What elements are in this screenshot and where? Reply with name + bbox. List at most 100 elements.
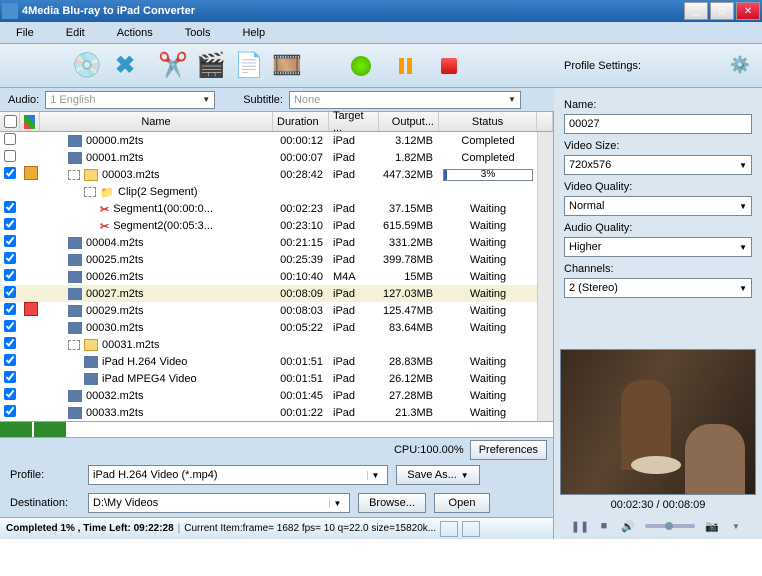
subtitle-select[interactable]: None▼ — [289, 91, 521, 109]
table-row[interactable]: 00027.m2ts00:08:09iPad127.03MBWaiting — [0, 285, 537, 302]
table-row[interactable]: 00000.m2ts00:00:12iPad3.12MBCompleted — [0, 132, 537, 149]
col-name[interactable]: Name — [40, 112, 273, 131]
snapshot-menu-arrow[interactable]: ▼ — [729, 519, 743, 533]
table-body[interactable]: 00000.m2ts00:00:12iPad3.12MBCompleted000… — [0, 132, 537, 421]
subtitle-label: Subtitle: — [243, 94, 283, 106]
table-row[interactable]: 00030.m2ts00:05:22iPad83.64MBWaiting — [0, 319, 537, 336]
audio-quality-combo[interactable]: Higher▼ — [564, 237, 752, 257]
remove-button[interactable]: ✖ — [108, 49, 142, 83]
stop-button[interactable] — [432, 49, 466, 83]
status-icon-1[interactable] — [440, 521, 458, 537]
row-checkbox[interactable] — [4, 320, 16, 332]
profile-combo[interactable]: iPad H.264 Video (*.mp4)▼ — [88, 465, 388, 485]
col-target[interactable]: Target ... — [329, 112, 379, 131]
table-row[interactable]: ✂Segment2(00:05:3...00:23:10iPad615.59MB… — [0, 217, 537, 234]
row-checkbox[interactable] — [4, 371, 16, 383]
row-checkbox[interactable] — [4, 337, 16, 349]
volume-slider[interactable] — [645, 524, 695, 528]
table-row[interactable]: iPad H.264 Video00:01:51iPad28.83MBWaiti… — [0, 353, 537, 370]
menu-file[interactable]: File — [0, 27, 50, 39]
file-name: 00003.m2ts — [102, 169, 159, 181]
row-checkbox[interactable] — [4, 218, 16, 230]
col-output[interactable]: Output... — [379, 112, 439, 131]
row-checkbox[interactable] — [4, 133, 16, 145]
duration-cell: 00:01:51 — [273, 356, 329, 368]
menu-edit[interactable]: Edit — [50, 27, 101, 39]
cut-clip-button[interactable]: ✂️ — [156, 49, 190, 83]
preview-frame[interactable] — [560, 349, 756, 495]
vertical-scrollbar[interactable] — [537, 132, 553, 421]
browse-button[interactable]: Browse... — [358, 493, 426, 513]
status-cell: Waiting — [439, 356, 537, 368]
table-row[interactable]: 00003.m2ts00:28:42iPad447.32MB3% — [0, 166, 537, 183]
menu-actions[interactable]: Actions — [101, 27, 169, 39]
row-checkbox[interactable] — [4, 252, 16, 264]
col-status[interactable]: Status — [439, 112, 537, 131]
table-row[interactable]: 00032.m2ts00:01:45iPad27.28MBWaiting — [0, 387, 537, 404]
row-checkbox[interactable] — [4, 235, 16, 247]
audio-select[interactable]: 1 English▼ — [45, 91, 215, 109]
table-row[interactable]: 00033.m2ts00:01:22iPad21.3MBWaiting — [0, 404, 537, 421]
row-checkbox[interactable] — [4, 354, 16, 366]
save-as-button[interactable]: Save As...▼ — [396, 465, 480, 485]
effects-button[interactable]: 🎬 — [194, 49, 228, 83]
file-icon — [68, 407, 82, 419]
maximize-button[interactable]: □ — [710, 2, 734, 20]
output-cell: 83.64MB — [379, 322, 439, 334]
merge-button[interactable]: 🎞️ — [270, 49, 304, 83]
row-checkbox[interactable] — [4, 269, 16, 281]
target-cell: M4A — [329, 271, 379, 283]
row-checkbox[interactable] — [4, 167, 16, 179]
video-size-combo[interactable]: 720x576▼ — [564, 155, 752, 175]
row-checkbox[interactable] — [4, 286, 16, 298]
table-row[interactable]: 00026.m2ts00:10:40M4A15MBWaiting — [0, 268, 537, 285]
col-icon[interactable] — [20, 112, 40, 131]
preview-pause-button[interactable]: ❚❚ — [573, 519, 587, 533]
table-row[interactable]: 00031.m2ts — [0, 336, 537, 353]
output-cell: 399.78MB — [379, 254, 439, 266]
table-row[interactable]: 00004.m2ts00:21:15iPad331.2MBWaiting — [0, 234, 537, 251]
row-checkbox[interactable] — [4, 405, 16, 417]
name-input[interactable] — [564, 114, 752, 134]
output-cell: 331.2MB — [379, 237, 439, 249]
gear-icon[interactable]: ⚙️ — [730, 55, 752, 77]
duration-cell: 00:28:42 — [273, 169, 329, 181]
col-duration[interactable]: Duration — [273, 112, 329, 131]
start-button[interactable] — [344, 49, 378, 83]
table-row[interactable]: 📁Clip(2 Segment) — [0, 183, 537, 200]
table-row[interactable]: iPad MPEG4 Video00:01:51iPad26.12MBWaiti… — [0, 370, 537, 387]
snapshot-button[interactable]: 📷 — [705, 519, 719, 533]
status-icon-2[interactable] — [462, 521, 480, 537]
pause-button[interactable] — [388, 49, 422, 83]
file-name: Segment1(00:00:0... — [113, 203, 213, 215]
table-row[interactable]: 00001.m2ts00:00:07iPad1.82MBCompleted — [0, 149, 537, 166]
cpu-label: CPU:100.00% — [394, 444, 464, 456]
row-checkbox[interactable] — [4, 303, 16, 315]
window-title: 4Media Blu-ray to iPad Converter — [22, 5, 684, 17]
channels-combo[interactable]: 2 (Stereo)▼ — [564, 278, 752, 298]
preview-stop-button[interactable]: ■ — [597, 519, 611, 533]
audio-quality-label: Audio Quality: — [564, 222, 752, 234]
open-button[interactable]: Open — [434, 493, 490, 513]
row-checkbox[interactable] — [4, 388, 16, 400]
menu-tools[interactable]: Tools — [169, 27, 227, 39]
file-name: 00004.m2ts — [86, 237, 143, 249]
add-file-button[interactable]: 📄 — [232, 49, 266, 83]
row-checkbox[interactable] — [4, 201, 16, 213]
volume-icon[interactable]: 🔊 — [621, 519, 635, 533]
table-row[interactable]: ✂Segment1(00:00:0...00:02:23iPad37.15MBW… — [0, 200, 537, 217]
col-check[interactable] — [0, 112, 20, 131]
row-checkbox[interactable] — [4, 150, 16, 162]
file-name: 00027.m2ts — [86, 288, 143, 300]
preferences-button[interactable]: Preferences — [470, 440, 547, 460]
minimize-button[interactable]: _ — [684, 2, 708, 20]
add-disc-button[interactable]: 💿 — [70, 49, 104, 83]
menu-help[interactable]: Help — [226, 27, 281, 39]
destination-combo[interactable]: D:\My Videos▼ — [88, 493, 350, 513]
close-button[interactable]: ✕ — [736, 2, 760, 20]
video-quality-combo[interactable]: Normal▼ — [564, 196, 752, 216]
output-cell: 26.12MB — [379, 373, 439, 385]
table-row[interactable]: 00025.m2ts00:25:39iPad399.78MBWaiting — [0, 251, 537, 268]
table-row[interactable]: 00029.m2ts00:08:03iPad125.47MBWaiting — [0, 302, 537, 319]
menubar: File Edit Actions Tools Help — [0, 22, 762, 44]
